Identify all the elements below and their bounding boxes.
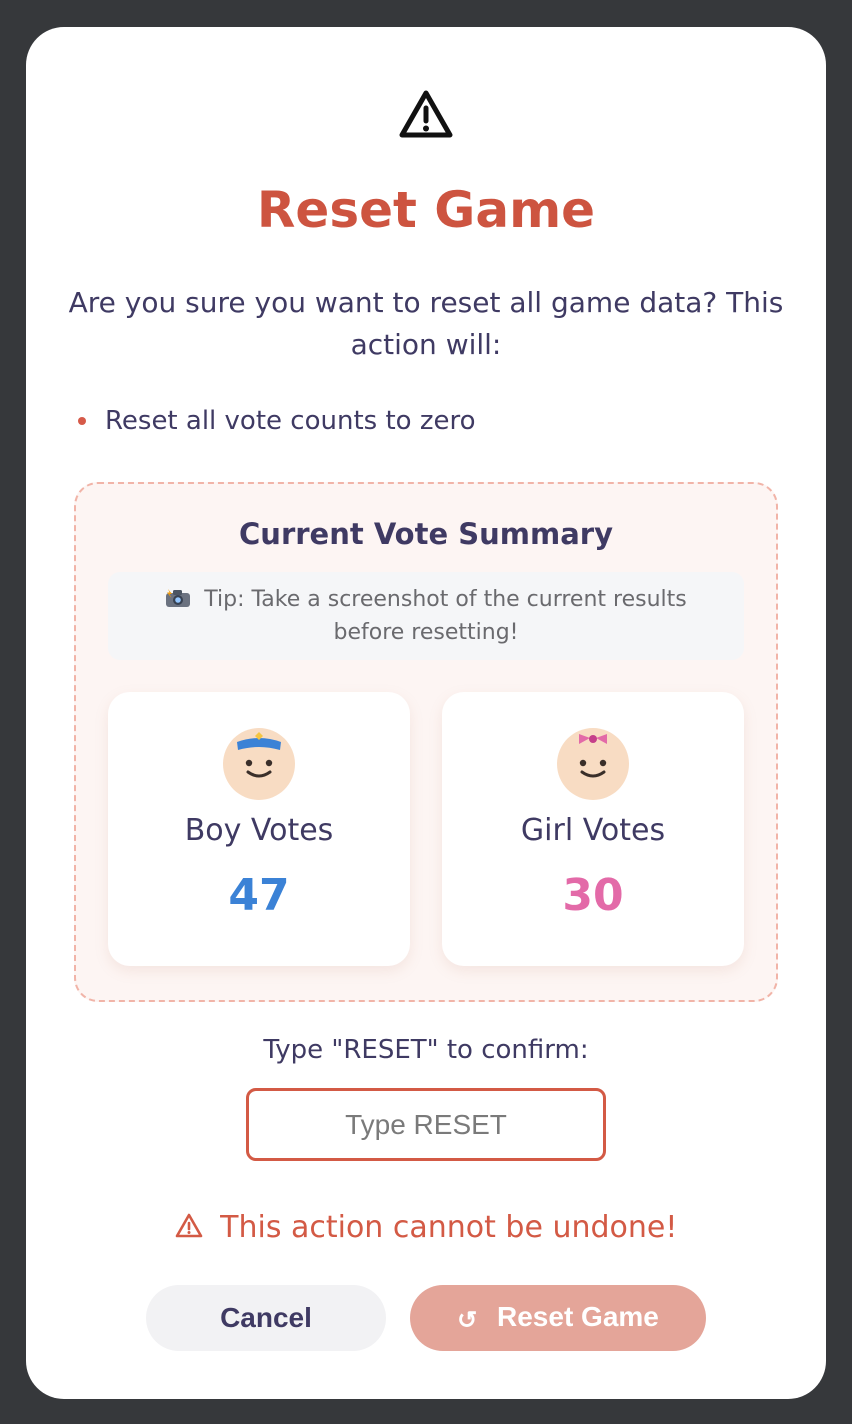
action-list: Reset all vote counts to zero [74,401,774,441]
reset-game-dialog: Reset Game Are you sure you want to rese… [26,27,826,1399]
girl-votes-count: 30 [562,870,624,921]
confirm-instruction: Type "RESET" to confirm: [263,1035,589,1065]
baby-girl-icon [557,728,629,800]
action-list-item: Reset all vote counts to zero [74,401,774,441]
girl-votes-label: Girl Votes [520,813,666,848]
undo-warning-text: This action cannot be undone! [220,1210,678,1245]
vote-summary-panel: Current Vote Summary Tip: Take a screens… [74,482,778,1002]
refresh-icon: ↺ [457,1307,478,1334]
boy-votes-card: Boy Votes 47 [108,692,410,966]
tip-text: Tip: Take a screenshot of the current re… [204,587,687,645]
cancel-button[interactable]: Cancel [146,1285,386,1351]
confirmation-question: Are you sure you want to reset all game … [68,286,784,361]
camera-flash-icon [166,589,191,607]
cancel-button-label: Cancel [220,1302,312,1333]
girl-votes-card: Girl Votes 30 [442,692,744,966]
screenshot-tip: Tip: Take a screenshot of the current re… [108,572,744,660]
reset-confirm-input[interactable] [246,1088,606,1161]
boy-votes-count: 47 [228,870,290,921]
warning-icon [175,1213,202,1238]
undo-warning: This action cannot be undone! [26,1204,826,1252]
dialog-title: Reset Game [256,181,596,239]
action-item-text: Reset all vote counts to zero [105,406,476,436]
warning-triangle-icon [399,90,453,138]
baby-boy-icon [223,728,295,800]
vote-summary-title: Current Vote Summary [239,517,613,551]
reset-button-label: Reset Game [497,1301,659,1332]
bullet-icon [78,417,86,425]
boy-votes-label: Boy Votes [184,813,334,848]
reset-game-button[interactable]: ↺ Reset Game [410,1285,706,1351]
